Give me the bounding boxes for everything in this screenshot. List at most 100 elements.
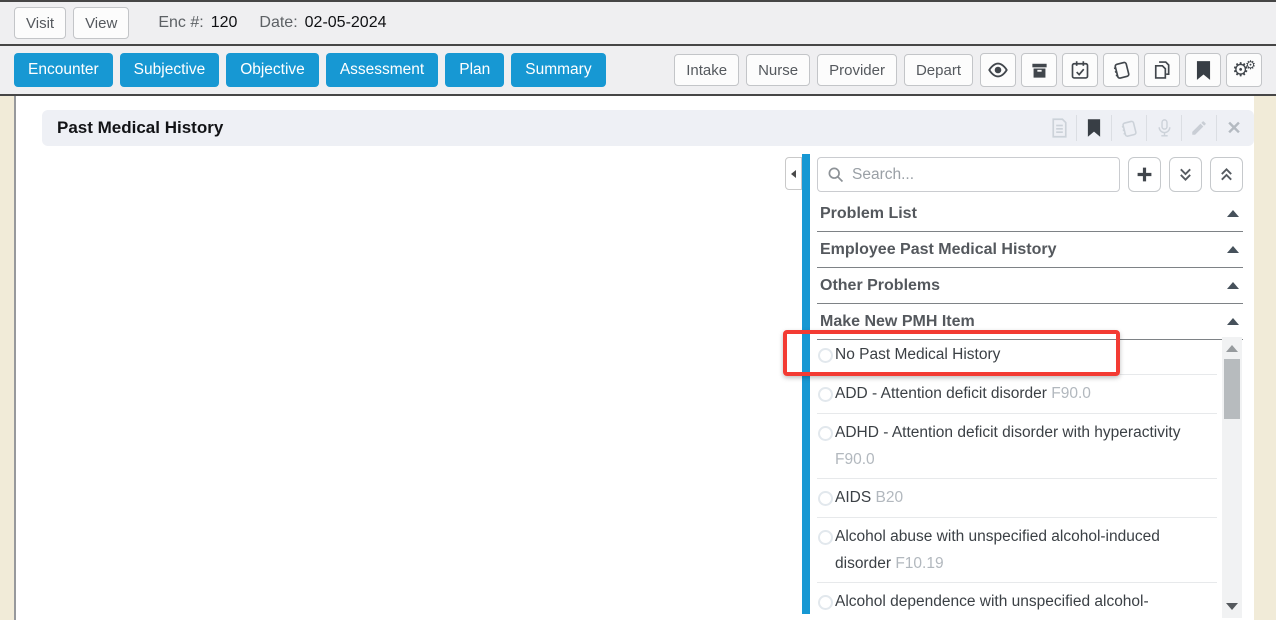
bookmark-icon — [1087, 119, 1101, 137]
double-chevron-down-icon — [1178, 167, 1193, 182]
search-input[interactable] — [817, 157, 1120, 192]
group-label: Make New PMH Item — [817, 304, 975, 339]
list-scrollbar[interactable] — [1222, 337, 1242, 618]
panel-collapse-button[interactable] — [785, 157, 802, 190]
content-pane: Past Medical History — [14, 96, 1254, 620]
document-icon — [1051, 118, 1068, 138]
group-problem-list[interactable]: Problem List — [817, 196, 1243, 232]
bookmark-icon — [1196, 61, 1211, 80]
item-name: ADD - Attention deficit disorder — [835, 385, 1047, 402]
item-name: No Past Medical History — [835, 346, 1000, 363]
provider-button[interactable]: Provider — [817, 54, 897, 86]
tab-assessment[interactable]: Assessment — [326, 53, 438, 87]
pmh-picker-panel: Problem List Employee Past Medical Histo… — [785, 154, 1254, 620]
journal-icon — [1111, 60, 1132, 80]
copy-button[interactable] — [1144, 53, 1180, 87]
item-code: F90.0 — [835, 451, 875, 468]
eye-button[interactable] — [980, 53, 1016, 87]
tab-encounter[interactable]: Encounter — [14, 53, 113, 87]
expand-all-button[interactable] — [1169, 157, 1202, 192]
item-name: ADHD - Attention deficit disorder with h… — [835, 424, 1180, 441]
group-employee-pmh[interactable]: Employee Past Medical History — [817, 232, 1243, 268]
triangle-left-icon — [791, 170, 796, 178]
group-label: Other Problems — [817, 268, 940, 303]
group-make-new-pmh-item[interactable]: Make New PMH Item — [817, 304, 1243, 340]
view-button[interactable]: View — [73, 7, 129, 39]
archive-button[interactable] — [1021, 53, 1057, 87]
item-name: Alcohol abuse with unspecified alcohol-i… — [835, 528, 1160, 572]
bookmark-section-button[interactable] — [1077, 110, 1111, 146]
collapse-up-icon — [1227, 210, 1239, 217]
pmh-item-list: No Past Medical History ADD - Attention … — [817, 336, 1243, 620]
close-section-button[interactable]: ✕ — [1217, 110, 1251, 146]
add-item-button[interactable] — [1128, 157, 1161, 192]
list-rows: No Past Medical History ADD - Attention … — [817, 336, 1217, 620]
group-label: Employee Past Medical History — [817, 232, 1057, 267]
item-name: Alcohol dependence with unspecified alco… — [835, 593, 1149, 610]
list-item-alcohol-dependence[interactable]: Alcohol dependence with unspecified alco… — [817, 583, 1217, 620]
tab-plan[interactable]: Plan — [445, 53, 504, 87]
list-item-alcohol-abuse[interactable]: Alcohol abuse with unspecified alcohol-i… — [817, 518, 1217, 583]
journal-section-button[interactable] — [1112, 110, 1146, 146]
enc-value: 120 — [211, 14, 238, 32]
list-item-aids[interactable]: AIDS B20 — [817, 479, 1217, 518]
collapse-up-icon — [1227, 246, 1239, 253]
tab-subjective[interactable]: Subjective — [120, 53, 220, 87]
list-item-no-past-medical-history[interactable]: No Past Medical History — [817, 336, 1217, 375]
item-code: B20 — [876, 489, 904, 506]
group-other-problems[interactable]: Other Problems — [817, 268, 1243, 304]
page-title: Past Medical History — [57, 110, 223, 146]
radio-circle-icon — [818, 491, 833, 506]
dictate-button[interactable] — [1147, 110, 1181, 146]
close-icon: ✕ — [1226, 119, 1241, 137]
depart-button[interactable]: Depart — [904, 54, 973, 86]
encounter-info-bar: Visit View Enc #: 120 Date: 02-05-2024 — [0, 0, 1276, 46]
journal-icon — [1119, 119, 1139, 138]
bookmark-button[interactable] — [1185, 53, 1221, 87]
list-item-add[interactable]: ADD - Attention deficit disorder F90.0 — [817, 375, 1217, 414]
list-item-adhd[interactable]: ADHD - Attention deficit disorder with h… — [817, 414, 1217, 479]
section-header-bar: Past Medical History — [42, 110, 1254, 146]
scrollbar-thumb[interactable] — [1224, 359, 1240, 419]
panel-content: Problem List Employee Past Medical Histo… — [817, 157, 1243, 620]
microphone-icon — [1156, 118, 1173, 138]
main-area: Past Medical History — [0, 96, 1276, 620]
edit-button[interactable] — [1182, 110, 1216, 146]
search-row — [817, 157, 1243, 192]
tab-summary[interactable]: Summary — [511, 53, 605, 87]
visit-button[interactable]: Visit — [14, 7, 66, 39]
tab-objective[interactable]: Objective — [226, 53, 319, 87]
scroll-down-icon[interactable] — [1226, 603, 1238, 610]
archive-box-icon — [1030, 61, 1049, 80]
search-icon — [827, 166, 844, 183]
group-label: Problem List — [817, 196, 917, 231]
eye-icon — [987, 62, 1009, 78]
nav-toolbar: Encounter Subjective Objective Assessmen… — [0, 46, 1276, 96]
item-code: F90.0 — [1051, 385, 1091, 402]
search-box — [817, 157, 1120, 192]
note-button[interactable] — [1042, 110, 1076, 146]
copy-icon — [1152, 60, 1172, 80]
double-chevron-up-icon — [1219, 167, 1234, 182]
plus-icon — [1136, 166, 1153, 183]
panel-accent-bar — [802, 154, 810, 614]
collapse-all-button[interactable] — [1210, 157, 1243, 192]
settings-button[interactable]: ⚙⚙ — [1226, 53, 1262, 87]
calendar-button[interactable] — [1062, 53, 1098, 87]
journal-button[interactable] — [1103, 53, 1139, 87]
calendar-check-icon — [1070, 60, 1090, 80]
pencil-icon — [1190, 119, 1208, 137]
collapse-up-icon — [1227, 282, 1239, 289]
section-header-actions: ✕ — [1042, 110, 1251, 146]
nurse-button[interactable]: Nurse — [746, 54, 810, 86]
radio-circle-icon — [818, 595, 833, 610]
date-label: Date: — [259, 14, 297, 32]
radio-circle-icon — [818, 387, 833, 402]
radio-circle-icon — [818, 530, 833, 545]
item-name: AIDS — [835, 489, 871, 506]
radio-circle-icon — [818, 426, 833, 441]
collapse-up-icon — [1227, 318, 1239, 325]
intake-button[interactable]: Intake — [674, 54, 739, 86]
gears-icon: ⚙⚙ — [1232, 61, 1256, 80]
scroll-up-icon[interactable] — [1226, 345, 1238, 352]
